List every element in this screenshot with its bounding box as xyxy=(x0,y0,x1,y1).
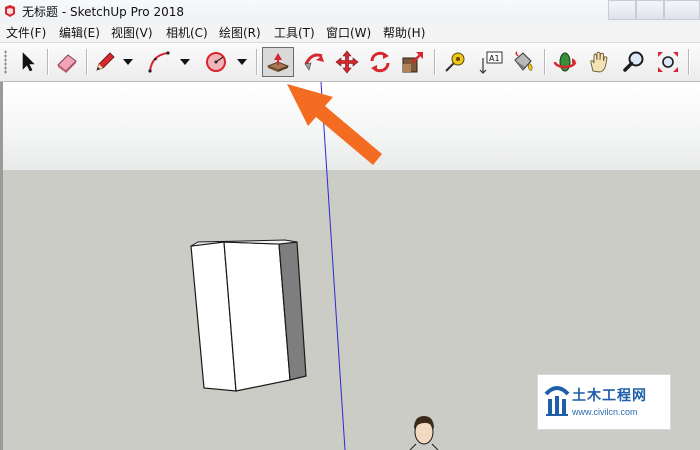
blue-axis-line xyxy=(320,82,346,450)
tape-measure-icon xyxy=(445,52,465,72)
watermark-logo: 土木工程网 www.civilcn.com xyxy=(537,374,671,430)
box-model[interactable] xyxy=(190,239,307,392)
shape-tool-dropdown[interactable] xyxy=(234,48,250,76)
arc-tool-button[interactable] xyxy=(145,48,173,76)
svg-text:A1: A1 xyxy=(489,54,500,63)
follow-me-tool-button[interactable] xyxy=(300,48,328,76)
menu-camera[interactable]: 相机(C) xyxy=(166,24,208,41)
pencil-line-icon xyxy=(96,52,115,71)
select-tool-button[interactable] xyxy=(14,48,42,76)
main-toolbar: A1 xyxy=(0,43,700,82)
pan-tool-button[interactable] xyxy=(585,48,613,76)
chevron-down-icon xyxy=(237,59,247,65)
menu-file[interactable]: 文件(F) xyxy=(6,24,46,41)
watermark-logo-icon xyxy=(544,386,570,416)
orbit-tool-button[interactable] xyxy=(551,48,579,76)
tape-measure-tool-button[interactable] xyxy=(441,48,469,76)
rotate-tool-button[interactable] xyxy=(366,48,394,76)
move-tool-button[interactable] xyxy=(333,48,361,76)
text-icon: A1 xyxy=(479,51,503,74)
menu-draw[interactable]: 绘图(R) xyxy=(219,24,261,41)
zoom-icon xyxy=(623,51,644,72)
toolbar-separator xyxy=(544,49,545,75)
select-arrow-icon xyxy=(22,52,35,72)
watermark-url: www.civilcn.com xyxy=(572,407,638,417)
menu-view[interactable]: 视图(V) xyxy=(111,24,153,41)
maximize-button[interactable] xyxy=(636,0,664,20)
follow-me-icon xyxy=(304,53,324,71)
paint-bucket-tool-button[interactable] xyxy=(509,48,537,76)
arc-icon xyxy=(148,51,170,73)
close-button[interactable] xyxy=(664,0,700,20)
paint-bucket-icon xyxy=(514,51,533,71)
push-pull-icon xyxy=(266,53,290,72)
chevron-down-icon xyxy=(180,59,190,65)
scale-icon xyxy=(402,52,423,73)
shape-tool-button[interactable] xyxy=(202,48,230,76)
menu-tools[interactable]: 工具(T) xyxy=(274,24,315,41)
rotate-icon xyxy=(370,51,390,73)
text-tool-button[interactable]: A1 xyxy=(477,48,505,76)
move-icon xyxy=(335,50,359,74)
watermark-title: 土木工程网 xyxy=(572,388,647,404)
line-tool-dropdown[interactable] xyxy=(120,48,136,76)
zoom-extents-tool-button[interactable] xyxy=(654,48,682,76)
window-title: 无标题 - SketchUp Pro 2018 xyxy=(22,5,184,19)
scale-tool-button[interactable] xyxy=(399,48,427,76)
eraser-tool-button[interactable] xyxy=(53,48,81,76)
sketchup-app-icon[interactable] xyxy=(3,4,17,18)
scale-figure-person[interactable] xyxy=(409,416,439,450)
toolbar-separator xyxy=(47,49,48,75)
toolbar-separator xyxy=(434,49,435,75)
circle-icon xyxy=(206,52,226,72)
arc-tool-dropdown[interactable] xyxy=(177,48,193,76)
menu-help[interactable]: 帮助(H) xyxy=(383,24,425,41)
menu-edit[interactable]: 编辑(E) xyxy=(59,24,100,41)
pan-hand-icon xyxy=(590,51,608,73)
toolbar-grip[interactable] xyxy=(4,50,7,74)
toolbar-separator xyxy=(256,49,257,75)
toolbar-separator xyxy=(688,49,689,75)
menu-window[interactable]: 窗口(W) xyxy=(326,24,371,41)
zoom-extents-icon xyxy=(658,52,678,72)
toolbar-separator xyxy=(86,49,87,75)
chevron-down-icon xyxy=(123,59,133,65)
orbit-icon xyxy=(553,52,577,72)
minimize-button[interactable] xyxy=(608,0,636,20)
title-bar: 无标题 - SketchUp Pro 2018 xyxy=(0,0,700,22)
zoom-tool-button[interactable] xyxy=(620,48,648,76)
line-tool-button[interactable] xyxy=(91,48,119,76)
push-pull-tool-button[interactable] xyxy=(262,47,294,77)
eraser-icon xyxy=(57,54,77,73)
menu-bar: 文件(F) 编辑(E) 视图(V) 相机(C) 绘图(R) 工具(T) 窗口(W… xyxy=(0,22,700,43)
